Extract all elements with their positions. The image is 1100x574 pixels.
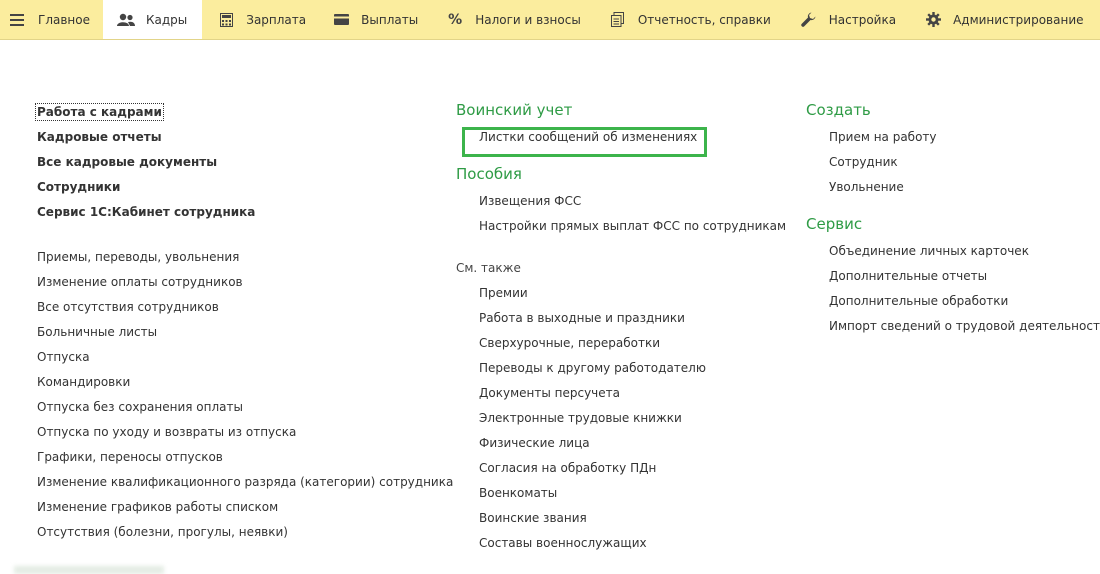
link-individuals[interactable]: Физические лица [456,431,796,456]
section-title-see-also: См. также [456,261,521,275]
link-hr-work[interactable]: Работа с кадрами [35,100,437,125]
people-icon [116,11,135,29]
link-additional-reports[interactable]: Дополнительные отчеты [806,264,1100,289]
tab-label: Кадры [145,12,188,27]
tab-label: Выплаты [361,12,419,27]
link-create-hire[interactable]: Прием на работу [806,125,1100,150]
tab-label: Главное [38,12,90,27]
tab-hr[interactable]: Кадры [102,0,203,39]
link-vacations[interactable]: Отпуска [37,345,437,370]
tab-taxes[interactable]: % Налоги и взносы [431,0,594,39]
link-overtime[interactable]: Сверхурочные, переработки [456,331,796,356]
link-employees[interactable]: Сотрудники [37,175,437,200]
report-icon [609,11,627,29]
highlight-frame [462,127,707,157]
tab-settings[interactable]: Настройка [784,0,909,39]
link-pay-changes[interactable]: Изменение оплаты сотрудников [37,270,437,295]
link-employer-transfers[interactable]: Переводы к другому работодателю [456,356,796,381]
tab-label: Налоги и взносы [475,12,581,27]
link-absences-list[interactable]: Отсутствия (болезни, прогулы, неявки) [37,520,437,545]
link-unpaid-leave[interactable]: Отпуска без сохранения оплаты [37,395,437,420]
tab-label: Отчетность, справки [637,12,771,27]
calculator-icon [217,11,235,29]
hamburger-icon [8,11,26,29]
link-business-trips[interactable]: Командировки [37,370,437,395]
link-bonuses[interactable]: Премии [456,281,796,306]
link-military-personnel[interactable]: Составы военнослужащих [456,531,796,556]
link-pd-consents[interactable]: Согласия на обработку ПДн [456,456,796,481]
wrench-icon [800,11,818,29]
section-title-service: Сервис [806,215,863,233]
link-sick-leaves[interactable]: Больничные листы [37,320,437,345]
link-fss-direct-payments[interactable]: Настройки прямых выплат ФСС по сотрудник… [456,214,796,239]
link-merge-cards[interactable]: Объединение личных карточек [806,239,1100,264]
link-military-offices[interactable]: Военкоматы [456,481,796,506]
tab-main[interactable]: Главное [0,0,103,39]
section-title-benefits: Пособия [456,165,522,183]
section-title-create: Создать [806,101,871,119]
percent-icon: % [448,11,463,28]
tab-admin[interactable]: Администрирование [909,0,1096,39]
link-hr-reports[interactable]: Кадровые отчеты [37,125,437,150]
link-all-hr-documents[interactable]: Все кадровые документы [37,150,437,175]
link-create-employee[interactable]: Сотрудник [806,150,1100,175]
link-personal-records[interactable]: Документы персучета [456,381,796,406]
link-hires-transfers[interactable]: Приемы, переводы, увольнения [37,245,437,270]
tab-label: Администрирование [953,12,1084,27]
blurred-footer-text [14,566,164,574]
link-create-dismissal[interactable]: Увольнение [806,175,1100,200]
tab-reports[interactable]: Отчетность, справки [594,0,784,39]
link-label: Работа с кадрами [35,103,164,121]
link-vacation-schedules[interactable]: Графики, переносы отпусков [37,445,437,470]
tab-salary[interactable]: Зарплата [202,0,319,39]
link-parental-leave[interactable]: Отпуска по уходу и возвраты из отпуска [37,420,437,445]
hr-middle-column: Воинский учет Листки сообщений об измене… [456,100,796,556]
hr-main-column: Работа с кадрами Кадровые отчеты Все кад… [35,100,453,545]
card-icon [332,11,350,29]
tab-label: Настройка [828,12,897,27]
link-weekend-work[interactable]: Работа в выходные и праздники [456,306,796,331]
link-electronic-workbooks[interactable]: Электронные трудовые книжки [456,406,796,431]
gear-icon [924,11,942,29]
link-qualification-change[interactable]: Изменение квалификационного разряда (кат… [37,470,453,495]
section-title-military: Воинский учет [456,101,573,119]
link-schedule-changes[interactable]: Изменение графиков работы списком [37,495,437,520]
tab-label: Зарплата [246,12,307,27]
section-menu-bar: Главное Кадры Зарплата Выплаты % Налоги … [0,0,1100,40]
link-additional-processing[interactable]: Дополнительные обработки [806,289,1100,314]
hr-right-column: Создать Прием на работу Сотрудник Увольн… [806,100,1100,339]
tab-payments[interactable]: Выплаты [319,0,431,39]
link-all-absences[interactable]: Все отсутствия сотрудников [37,295,437,320]
link-import-work-history[interactable]: Импорт сведений о трудовой деятельности [806,314,1100,339]
link-fss-notices[interactable]: Извещения ФСС [456,189,796,214]
link-military-ranks[interactable]: Воинские звания [456,506,796,531]
link-employee-cabinet[interactable]: Сервис 1С:Кабинет сотрудника [37,200,437,225]
